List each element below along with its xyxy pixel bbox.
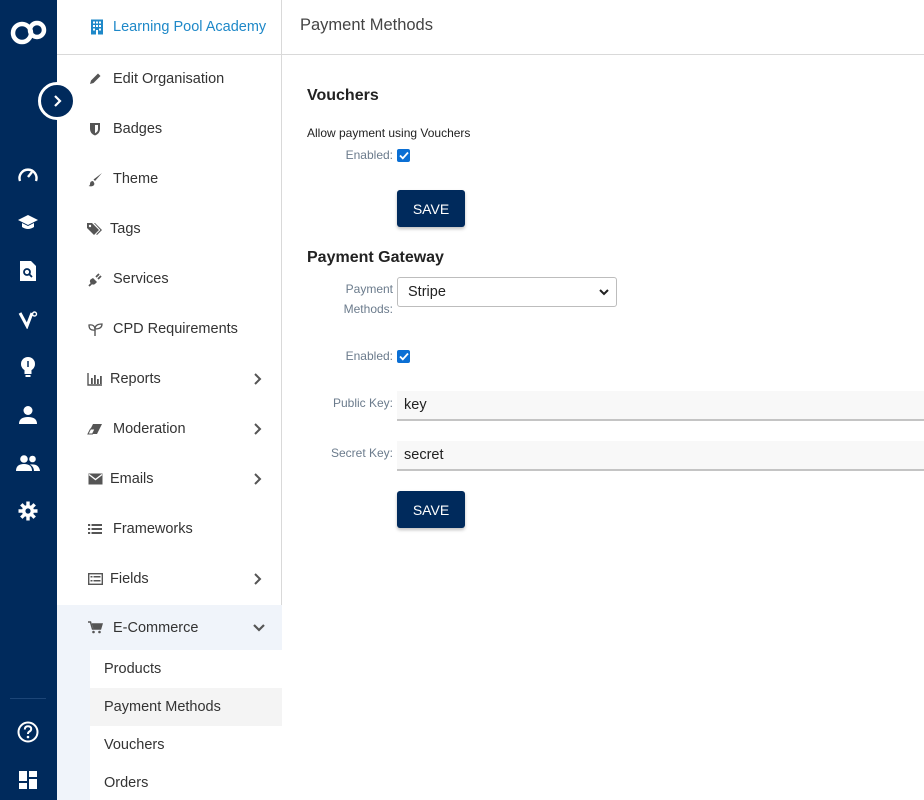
sidebar-item-emails[interactable]: Emails (57, 457, 282, 501)
vevox-logo-icon[interactable] (16, 307, 40, 331)
plug-icon (87, 271, 103, 287)
payment-gateway-heading: Payment Gateway (307, 249, 444, 266)
submenu-item-products[interactable]: Products (90, 650, 282, 688)
organisation-name: Learning Pool Academy (113, 19, 267, 35)
sidebar-item-label: Services (113, 271, 169, 287)
sidebar-item-label: Theme (113, 171, 159, 187)
learning-pool-logo-icon[interactable] (10, 18, 48, 48)
sidebar-divider (57, 54, 282, 55)
sidebar-item-reports[interactable]: Reports (57, 357, 282, 401)
sidebar-item-cpd-requirements[interactable]: CPD Requirements (57, 307, 282, 351)
vouchers-description: Allow payment using Vouchers (307, 126, 471, 140)
sidebar-item-moderation[interactable]: Moderation (57, 407, 282, 451)
help-question-icon[interactable] (16, 720, 40, 744)
public-key-label: Public Key: (332, 396, 393, 410)
sidebar-item-badges[interactable]: Badges (57, 107, 282, 151)
submenu-item-label: Vouchers (104, 737, 165, 753)
submenu-item-label: Products (104, 661, 162, 677)
lightbulb-icon[interactable] (16, 355, 40, 379)
vouchers-heading: Vouchers (307, 87, 379, 104)
dashboard-gauge-icon[interactable] (16, 163, 40, 187)
secret-key-label: Secret Key: (330, 446, 393, 460)
sidebar-item-tags[interactable]: Tags (57, 207, 282, 251)
submenu-item-orders[interactable]: Orders (90, 764, 282, 800)
app-rail (0, 0, 57, 800)
organisation-link[interactable]: Learning Pool Academy (57, 0, 282, 54)
submenu-item-payment-methods[interactable]: Payment Methods (90, 688, 282, 726)
vouchers-save-button[interactable]: SAVE (397, 190, 465, 227)
payment-methods-label-line2: Methods: (343, 302, 393, 316)
shopping-cart-icon (87, 619, 103, 635)
chevron-right-icon (254, 373, 262, 385)
sidebar-item-label: Frameworks (113, 521, 193, 537)
users-group-icon[interactable] (16, 451, 40, 475)
sidebar-item-fields[interactable]: Fields (57, 557, 282, 601)
shield-icon (87, 121, 103, 137)
checkmark-icon (398, 352, 409, 361)
vouchers-enabled-checkbox[interactable] (397, 149, 410, 162)
building-icon (91, 19, 103, 35)
secret-key-input[interactable]: secret (397, 441, 924, 471)
sidebar-item-label: CPD Requirements (113, 321, 238, 337)
list-icon (87, 521, 103, 537)
tags-icon (87, 221, 103, 237)
settings-sidebar: Learning Pool Academy Edit Organisation … (57, 0, 282, 800)
submenu-item-label: Payment Methods (104, 699, 221, 715)
gateway-save-button[interactable]: SAVE (397, 491, 465, 528)
payment-methods-label-line1: Payment (345, 282, 393, 296)
sidebar-item-edit-organisation[interactable]: Edit Organisation (57, 57, 282, 101)
sidebar-item-label: E-Commerce (113, 620, 199, 636)
submenu-item-label: Orders (104, 775, 149, 791)
eraser-icon (87, 421, 103, 437)
sidebar-item-label: Fields (110, 571, 149, 587)
chevron-down-icon (599, 289, 609, 296)
public-key-value: key (404, 397, 427, 413)
payment-method-selected-value: Stripe (408, 284, 446, 300)
page-title: Payment Methods (300, 16, 433, 34)
dashboard-grid-icon[interactable] (16, 768, 40, 792)
sidebar-item-label: Emails (110, 471, 154, 487)
envelope-icon (87, 471, 103, 487)
sidebar-item-frameworks[interactable]: Frameworks (57, 507, 282, 551)
pencil-icon (87, 71, 103, 87)
rail-divider (10, 698, 46, 699)
sidebar-item-e-commerce[interactable]: E-Commerce (57, 605, 282, 651)
gateway-enabled-label: Enabled: (345, 349, 393, 363)
user-icon[interactable] (16, 403, 40, 427)
checkmark-icon (398, 151, 409, 160)
bar-chart-icon (87, 371, 103, 387)
chevron-right-icon (254, 423, 262, 435)
expand-sidebar-button[interactable] (38, 82, 76, 120)
sidebar-item-label: Moderation (113, 421, 186, 437)
gateway-enabled-checkbox[interactable] (397, 350, 410, 363)
sidebar-item-label: Reports (110, 371, 161, 387)
sidebar-item-services[interactable]: Services (57, 257, 282, 301)
chevron-down-icon (253, 624, 265, 632)
page-header: Payment Methods (282, 0, 924, 55)
graduation-cap-icon[interactable] (16, 211, 40, 235)
document-search-icon[interactable] (16, 259, 40, 283)
form-fields-icon (87, 571, 103, 587)
payment-method-select[interactable]: Stripe (397, 277, 617, 307)
sidebar-item-label: Tags (110, 221, 141, 237)
sidebar-item-label: Edit Organisation (113, 71, 225, 87)
chevron-right-icon (254, 473, 262, 485)
public-key-input[interactable]: key (397, 391, 924, 421)
sidebar-item-theme[interactable]: Theme (57, 157, 282, 201)
seedling-icon (87, 321, 103, 337)
chevron-right-icon (54, 95, 62, 107)
vouchers-enabled-label: Enabled: (345, 148, 393, 162)
settings-gear-icon[interactable] (16, 499, 40, 523)
paint-brush-icon (87, 171, 103, 187)
sidebar-item-label: Badges (113, 121, 163, 137)
secret-key-value: secret (404, 447, 444, 463)
submenu-item-vouchers[interactable]: Vouchers (90, 726, 282, 764)
chevron-right-icon (254, 573, 262, 585)
